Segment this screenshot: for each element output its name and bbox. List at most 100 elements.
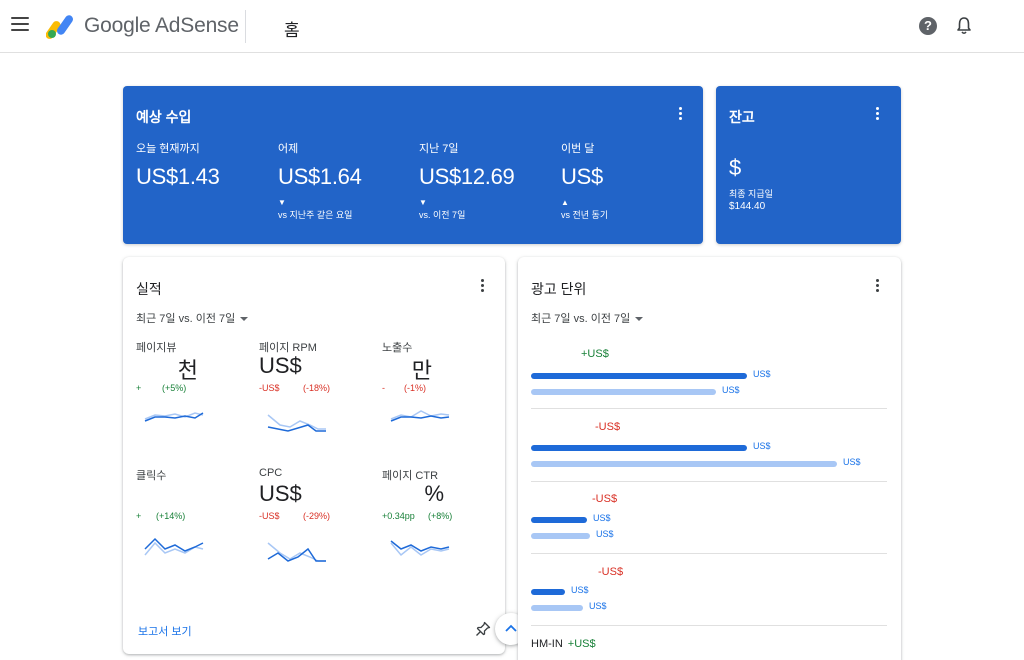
earnings-title: 예상 수입 — [136, 109, 192, 125]
metric-compare: vs 전년 동기 — [561, 210, 609, 220]
balance-card: 잔고 $ 최종 지급일 $144.40 — [716, 86, 901, 244]
previous-period-label: US$ — [843, 457, 861, 467]
metric-value: US$1.64 — [278, 164, 362, 189]
metric-value: US$ — [259, 481, 302, 506]
metric-pageviews[interactable]: 페이지뷰 천 + (+5%) — [136, 339, 254, 459]
help-icon[interactable]: ? — [919, 17, 937, 35]
period-label: 최근 7일 vs. 이전 7일 — [136, 313, 236, 325]
adsense-logo-icon[interactable] — [46, 13, 76, 39]
metric-change-pct: (+14%) — [156, 511, 186, 521]
previous-period-bar — [531, 605, 583, 611]
dropdown-caret-icon — [635, 317, 644, 322]
brand-name: Google AdSense — [84, 14, 239, 37]
previous-period-label: US$ — [596, 529, 614, 539]
previous-period-bar — [531, 533, 590, 539]
previous-period-label: US$ — [722, 385, 740, 395]
previous-period-label: US$ — [589, 601, 607, 611]
metric-impressions[interactable]: 노출수 만 - (-1%) — [382, 339, 500, 459]
metric-value: % — [424, 481, 444, 506]
metric-value: US$ — [259, 353, 302, 378]
previous-period-bar — [531, 389, 716, 395]
chevron-up-icon — [505, 624, 517, 632]
current-period-bar — [531, 373, 747, 379]
metric-compare: vs 지난주 같은 요일 — [278, 210, 353, 220]
row-divider — [531, 408, 887, 409]
period-label: 최근 7일 vs. 이전 7일 — [531, 313, 631, 325]
row-divider — [531, 553, 887, 554]
ad-units-period-dropdown[interactable]: 최근 7일 vs. 이전 7일 — [531, 310, 644, 326]
metric-compare: vs. 이전 7일 — [419, 210, 466, 220]
metric-clicks[interactable]: 클릭수 + (+14%) — [136, 467, 254, 587]
metric-page-rpm[interactable]: 페이지 RPM US$ -US$ (-18%) — [259, 339, 377, 459]
ad-unit-change: +US$ — [581, 348, 609, 360]
metric-change-pct: (+5%) — [162, 383, 187, 393]
sparkline-chart — [144, 412, 204, 422]
sparkline-chart — [390, 540, 450, 557]
performance-more-options-icon[interactable] — [475, 279, 489, 297]
trend-down-icon: ▼ — [419, 198, 427, 207]
metric-label: 어제 — [278, 143, 299, 155]
metric-value: US$1.43 — [136, 164, 220, 189]
last-payment-value: $144.40 — [729, 201, 766, 212]
current-period-label: US$ — [753, 441, 771, 451]
metric-value: 만 — [411, 358, 432, 383]
ad-unit-row[interactable]: -US$ US$ US$ — [531, 493, 887, 543]
performance-card: 실적 최근 7일 vs. 이전 7일 페이지뷰 천 + (+5%) 페이지 RP… — [123, 257, 505, 654]
ad-unit-change: -US$ — [598, 566, 624, 578]
last-payment-label: 최종 지급일 — [729, 189, 773, 199]
page-title: 홈 — [284, 21, 300, 40]
ad-units-more-options-icon[interactable] — [870, 279, 884, 297]
metric-cpc[interactable]: CPC US$ -US$ (-29%) — [259, 467, 377, 587]
ad-units-card: 광고 단위 최근 7일 vs. 이전 7일 +US$ US$ US$ -US$ … — [518, 257, 901, 660]
hamburger-menu-icon[interactable] — [11, 17, 29, 33]
metric-label: 클릭수 — [136, 470, 167, 482]
metric-label: 지난 7일 — [419, 143, 459, 155]
performance-title: 실적 — [136, 281, 162, 297]
ad-unit-row[interactable]: -US$ US$ US$ — [531, 566, 887, 616]
metric-value: US$ — [561, 164, 603, 189]
metric-value: 천 — [177, 358, 198, 383]
notifications-bell-icon[interactable] — [956, 16, 972, 36]
row-divider — [531, 481, 887, 482]
ad-unit-change: -US$ — [592, 493, 618, 505]
top-app-bar: Google AdSense 홈 ? — [0, 0, 1024, 53]
balance-more-options-icon[interactable] — [870, 107, 884, 125]
row-divider — [531, 625, 887, 626]
metric-change-abs: +0.34pp — [382, 511, 415, 521]
trend-down-icon: ▼ — [278, 198, 286, 207]
header-divider — [245, 10, 246, 43]
sparkline-chart — [267, 414, 326, 432]
ad-unit-row[interactable]: -US$ US$ US$ — [531, 421, 887, 471]
metric-page-ctr[interactable]: 페이지 CTR % +0.34pp (+8%) — [382, 467, 500, 587]
current-period-label: US$ — [593, 513, 611, 523]
sparkline-chart — [267, 542, 326, 562]
view-report-link[interactable]: 보고서 보기 — [138, 623, 192, 639]
pin-icon[interactable] — [475, 621, 491, 637]
earnings-metric-this-month: 이번 달 US$ ▲ vs 전년 동기 — [561, 140, 701, 221]
metric-change-pct: (-18%) — [303, 383, 331, 393]
current-period-bar — [531, 517, 587, 523]
sparkline-chart — [390, 410, 450, 422]
ad-unit-name: HM-IN — [531, 638, 563, 650]
performance-period-dropdown[interactable]: 최근 7일 vs. 이전 7일 — [136, 310, 249, 326]
metric-change-pct: (+8%) — [428, 511, 453, 521]
ad-unit-row[interactable]: HM-IN +US$ — [531, 638, 887, 658]
ad-unit-change: +US$ — [567, 638, 596, 650]
metric-label: 이번 달 — [561, 143, 595, 155]
metric-change-pct: (-1%) — [404, 383, 426, 393]
ad-unit-row[interactable]: +US$ US$ US$ — [531, 348, 887, 398]
earnings-metric-today: 오늘 현재까지 US$1.43 — [136, 140, 276, 190]
earnings-metric-yesterday: 어제 US$1.64 ▼ vs 지난주 같은 요일 — [278, 140, 418, 221]
trend-up-icon: ▲ — [561, 198, 569, 207]
previous-period-bar — [531, 461, 837, 467]
ad-units-title: 광고 단위 — [531, 281, 587, 297]
metric-label: 오늘 현재까지 — [136, 143, 200, 155]
ad-unit-header: HM-IN +US$ — [531, 638, 596, 650]
metric-change-abs: + — [136, 383, 142, 393]
balance-amount: $ — [729, 155, 742, 180]
current-period-label: US$ — [571, 585, 589, 595]
earnings-more-options-icon[interactable] — [673, 107, 687, 125]
ad-unit-change: -US$ — [595, 421, 621, 433]
current-period-bar — [531, 589, 565, 595]
current-period-label: US$ — [753, 369, 771, 379]
